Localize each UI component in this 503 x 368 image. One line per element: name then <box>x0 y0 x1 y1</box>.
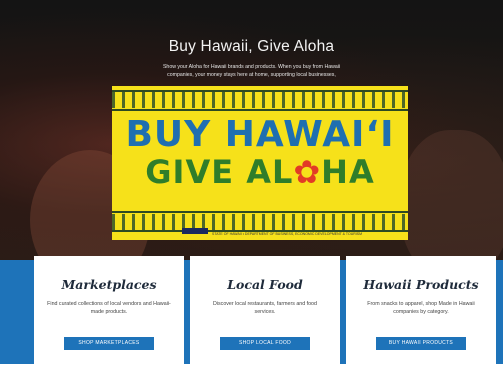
card-title: Marketplaces <box>61 277 157 292</box>
hero-description: Show your Aloha for Hawaii brands and pr… <box>162 64 341 78</box>
shop-local-food-button[interactable]: SHOP LOCAL FOOD <box>220 337 310 350</box>
card-title: Hawaii Products <box>363 277 479 292</box>
banner-headline-line2-start: GIVE AL <box>145 153 294 191</box>
banner-headline-line1: BUY HAWAIʻI <box>125 114 395 155</box>
card-description: Discover local restaurants, farmers and … <box>213 301 317 315</box>
banner-pattern-top <box>112 92 408 108</box>
hero-section: Buy Hawaii, Give Aloha Show your Aloha f… <box>0 0 503 262</box>
buy-hawaii-banner: BUY HAWAIʻI GIVE AL✿HA STATE OF HAWAII •… <box>112 86 408 240</box>
banner-pattern-bottom <box>112 214 408 230</box>
card-local-food: Local Food Discover local restaurants, f… <box>190 256 340 368</box>
shop-marketplaces-button[interactable]: SHOP MARKETPLACES <box>64 337 154 350</box>
hero-title: Buy Hawaii, Give Aloha <box>168 38 335 55</box>
banner-border-top-inner <box>112 109 408 111</box>
card-description: Find curated collections of local vendor… <box>47 301 171 315</box>
card-marketplaces: Marketplaces Find curated collections of… <box>34 256 184 368</box>
banner-headline-line2: GIVE AL✿HA <box>112 153 408 191</box>
banner-headline-line2-end: HA <box>321 153 375 191</box>
banner-footer-text: STATE OF HAWAII • DEPARTMENT OF BUSINESS… <box>212 232 362 236</box>
hibiscus-icon: ✿ <box>293 153 322 191</box>
buy-hawaii-products-button[interactable]: BUY HAWAII PRODUCTS <box>376 337 466 350</box>
card-title: Local Food <box>227 277 303 292</box>
card-description: From snacks to apparel, shop Made in Haw… <box>367 301 475 315</box>
banner-border-bottom-inner <box>112 211 408 213</box>
dbedt-logo <box>182 228 208 234</box>
hero-background-figure-right <box>400 130 503 262</box>
card-hawaii-products: Hawaii Products From snacks to apparel, … <box>346 256 496 368</box>
